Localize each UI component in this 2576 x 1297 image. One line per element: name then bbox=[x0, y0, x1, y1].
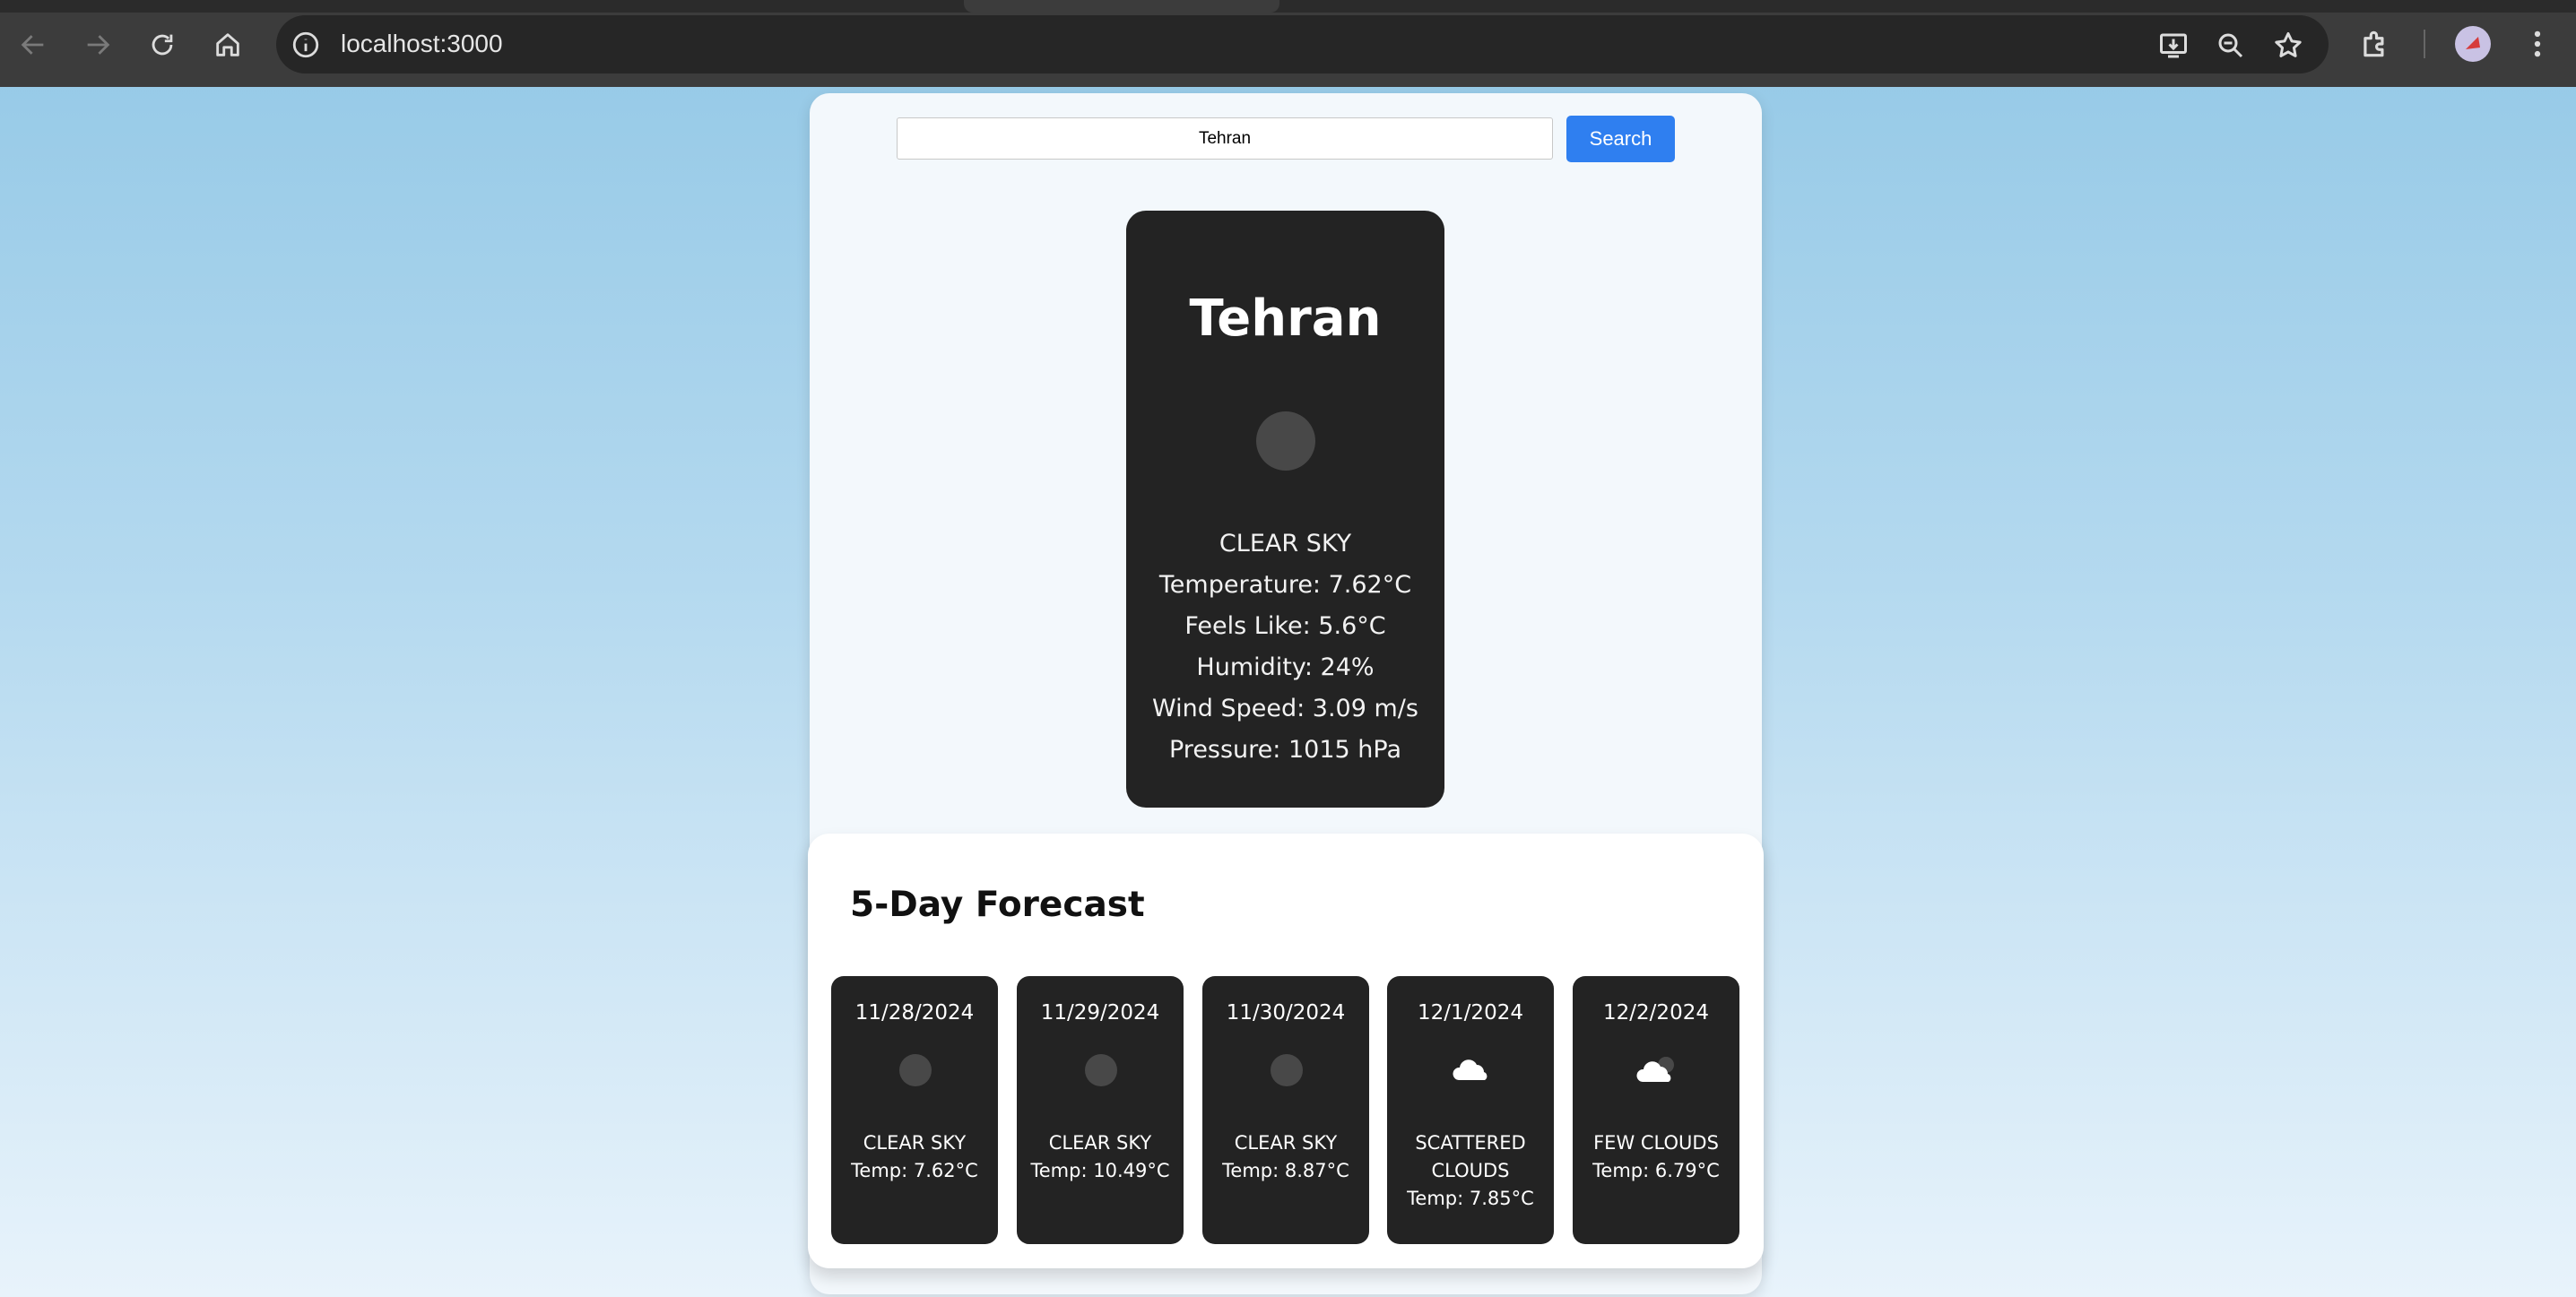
few-clouds-icon bbox=[1636, 1057, 1674, 1082]
city-name: Tehran bbox=[1189, 290, 1382, 348]
forecast-date: 12/2/2024 bbox=[1603, 1001, 1709, 1025]
forecast-info: CLEAR SKY Temp: 8.87°C bbox=[1208, 1129, 1364, 1185]
forecast-day-card: 11/29/2024 CLEAR SKY Temp: 10.49°C bbox=[1017, 976, 1184, 1244]
forecast-temp: Temp: 7.85°C bbox=[1407, 1188, 1534, 1209]
forecast-day-card: 11/30/2024 CLEAR SKY Temp: 8.87°C bbox=[1202, 976, 1369, 1244]
forecast-date: 11/28/2024 bbox=[854, 1001, 975, 1025]
pressure-text: Pressure: 1015 hPa bbox=[1169, 736, 1401, 764]
forecast-date: 12/1/2024 bbox=[1418, 1001, 1523, 1025]
tab-strip bbox=[0, 0, 2576, 13]
reload-icon bbox=[152, 34, 173, 56]
zoom-out-icon[interactable] bbox=[2215, 30, 2247, 62]
forecast-day-card: 11/28/2024 CLEAR SKY Temp: 7.62°C bbox=[831, 976, 998, 1244]
address-bar[interactable]: localhost:3000 bbox=[276, 15, 2329, 73]
forward-button[interactable] bbox=[74, 22, 121, 68]
install-app-icon[interactable] bbox=[2157, 30, 2190, 62]
feels-like-text: Feels Like: 5.6°C bbox=[1184, 612, 1386, 640]
search-button[interactable]: Search bbox=[1566, 116, 1675, 162]
forecast-date: 11/30/2024 bbox=[1226, 1001, 1346, 1025]
profile-avatar[interactable] bbox=[2455, 26, 2491, 62]
clear-sky-icon bbox=[1271, 1054, 1303, 1086]
forecast-date: 11/29/2024 bbox=[1040, 1001, 1160, 1025]
temperature-text: Temperature: 7.62°C bbox=[1158, 571, 1412, 599]
active-tab-edge bbox=[964, 0, 1279, 13]
back-button[interactable] bbox=[10, 22, 56, 68]
forecast-info: FEW CLOUDS Temp: 6.79°C bbox=[1578, 1129, 1734, 1185]
home-icon bbox=[216, 33, 239, 56]
arrow-left-icon bbox=[21, 35, 44, 55]
forecast-description: CLEAR SKY bbox=[863, 1132, 967, 1154]
forecast-info: SCATTERED CLOUDS Temp: 7.85°C bbox=[1392, 1129, 1548, 1213]
forecast-title: 5-Day Forecast bbox=[850, 885, 1145, 925]
bookmark-star-icon[interactable] bbox=[2272, 30, 2304, 62]
forecast-day-card: 12/2/2024 FEW CLOUDS Temp: 6.79°C bbox=[1573, 976, 1739, 1244]
forecast-description: CLEAR SKY bbox=[1048, 1132, 1152, 1154]
forecast-description: FEW CLOUDS bbox=[1593, 1132, 1719, 1154]
forecast-info: CLEAR SKY Temp: 7.62°C bbox=[837, 1129, 993, 1185]
toolbar-divider bbox=[2424, 30, 2425, 58]
clear-sky-icon bbox=[1256, 411, 1315, 471]
browser-toolbar: localhost:3000 bbox=[0, 0, 2576, 87]
weather-details: CLEAR SKY Temperature: 7.62°C Feels Like… bbox=[1126, 523, 1444, 771]
forecast-temp: Temp: 7.62°C bbox=[851, 1160, 978, 1181]
humidity-text: Humidity: 24% bbox=[1196, 653, 1375, 681]
kebab-menu-icon[interactable] bbox=[2520, 27, 2554, 61]
current-weather-card: Tehran CLEAR SKY Temperature: 7.62°C Fee… bbox=[1126, 211, 1444, 808]
forecast-temp: Temp: 10.49°C bbox=[1030, 1160, 1170, 1181]
scattered-clouds-icon bbox=[1453, 1059, 1487, 1080]
home-button[interactable] bbox=[204, 22, 251, 68]
profile-picture-icon bbox=[2466, 37, 2480, 49]
wind-speed-text: Wind Speed: 3.09 m/s bbox=[1152, 695, 1418, 722]
weather-description: CLEAR SKY bbox=[1219, 530, 1352, 558]
forecast-temp: Temp: 6.79°C bbox=[1592, 1160, 1720, 1181]
extensions-icon[interactable] bbox=[2358, 27, 2392, 61]
reload-button[interactable] bbox=[139, 22, 186, 68]
forecast-day-card: 12/1/2024 SCATTERED CLOUDS Temp: 7.85°C bbox=[1387, 976, 1554, 1244]
clear-sky-icon bbox=[899, 1054, 932, 1086]
city-search-input[interactable] bbox=[897, 117, 1553, 160]
forecast-description: SCATTERED CLOUDS bbox=[1415, 1132, 1526, 1181]
url-text: localhost:3000 bbox=[341, 30, 503, 57]
forecast-description: CLEAR SKY bbox=[1234, 1132, 1338, 1154]
forecast-temp: Temp: 8.87°C bbox=[1222, 1160, 1349, 1181]
info-icon[interactable] bbox=[291, 30, 321, 60]
arrow-right-icon bbox=[87, 35, 110, 55]
forecast-info: CLEAR SKY Temp: 10.49°C bbox=[1022, 1129, 1178, 1185]
clear-sky-icon bbox=[1085, 1054, 1117, 1086]
